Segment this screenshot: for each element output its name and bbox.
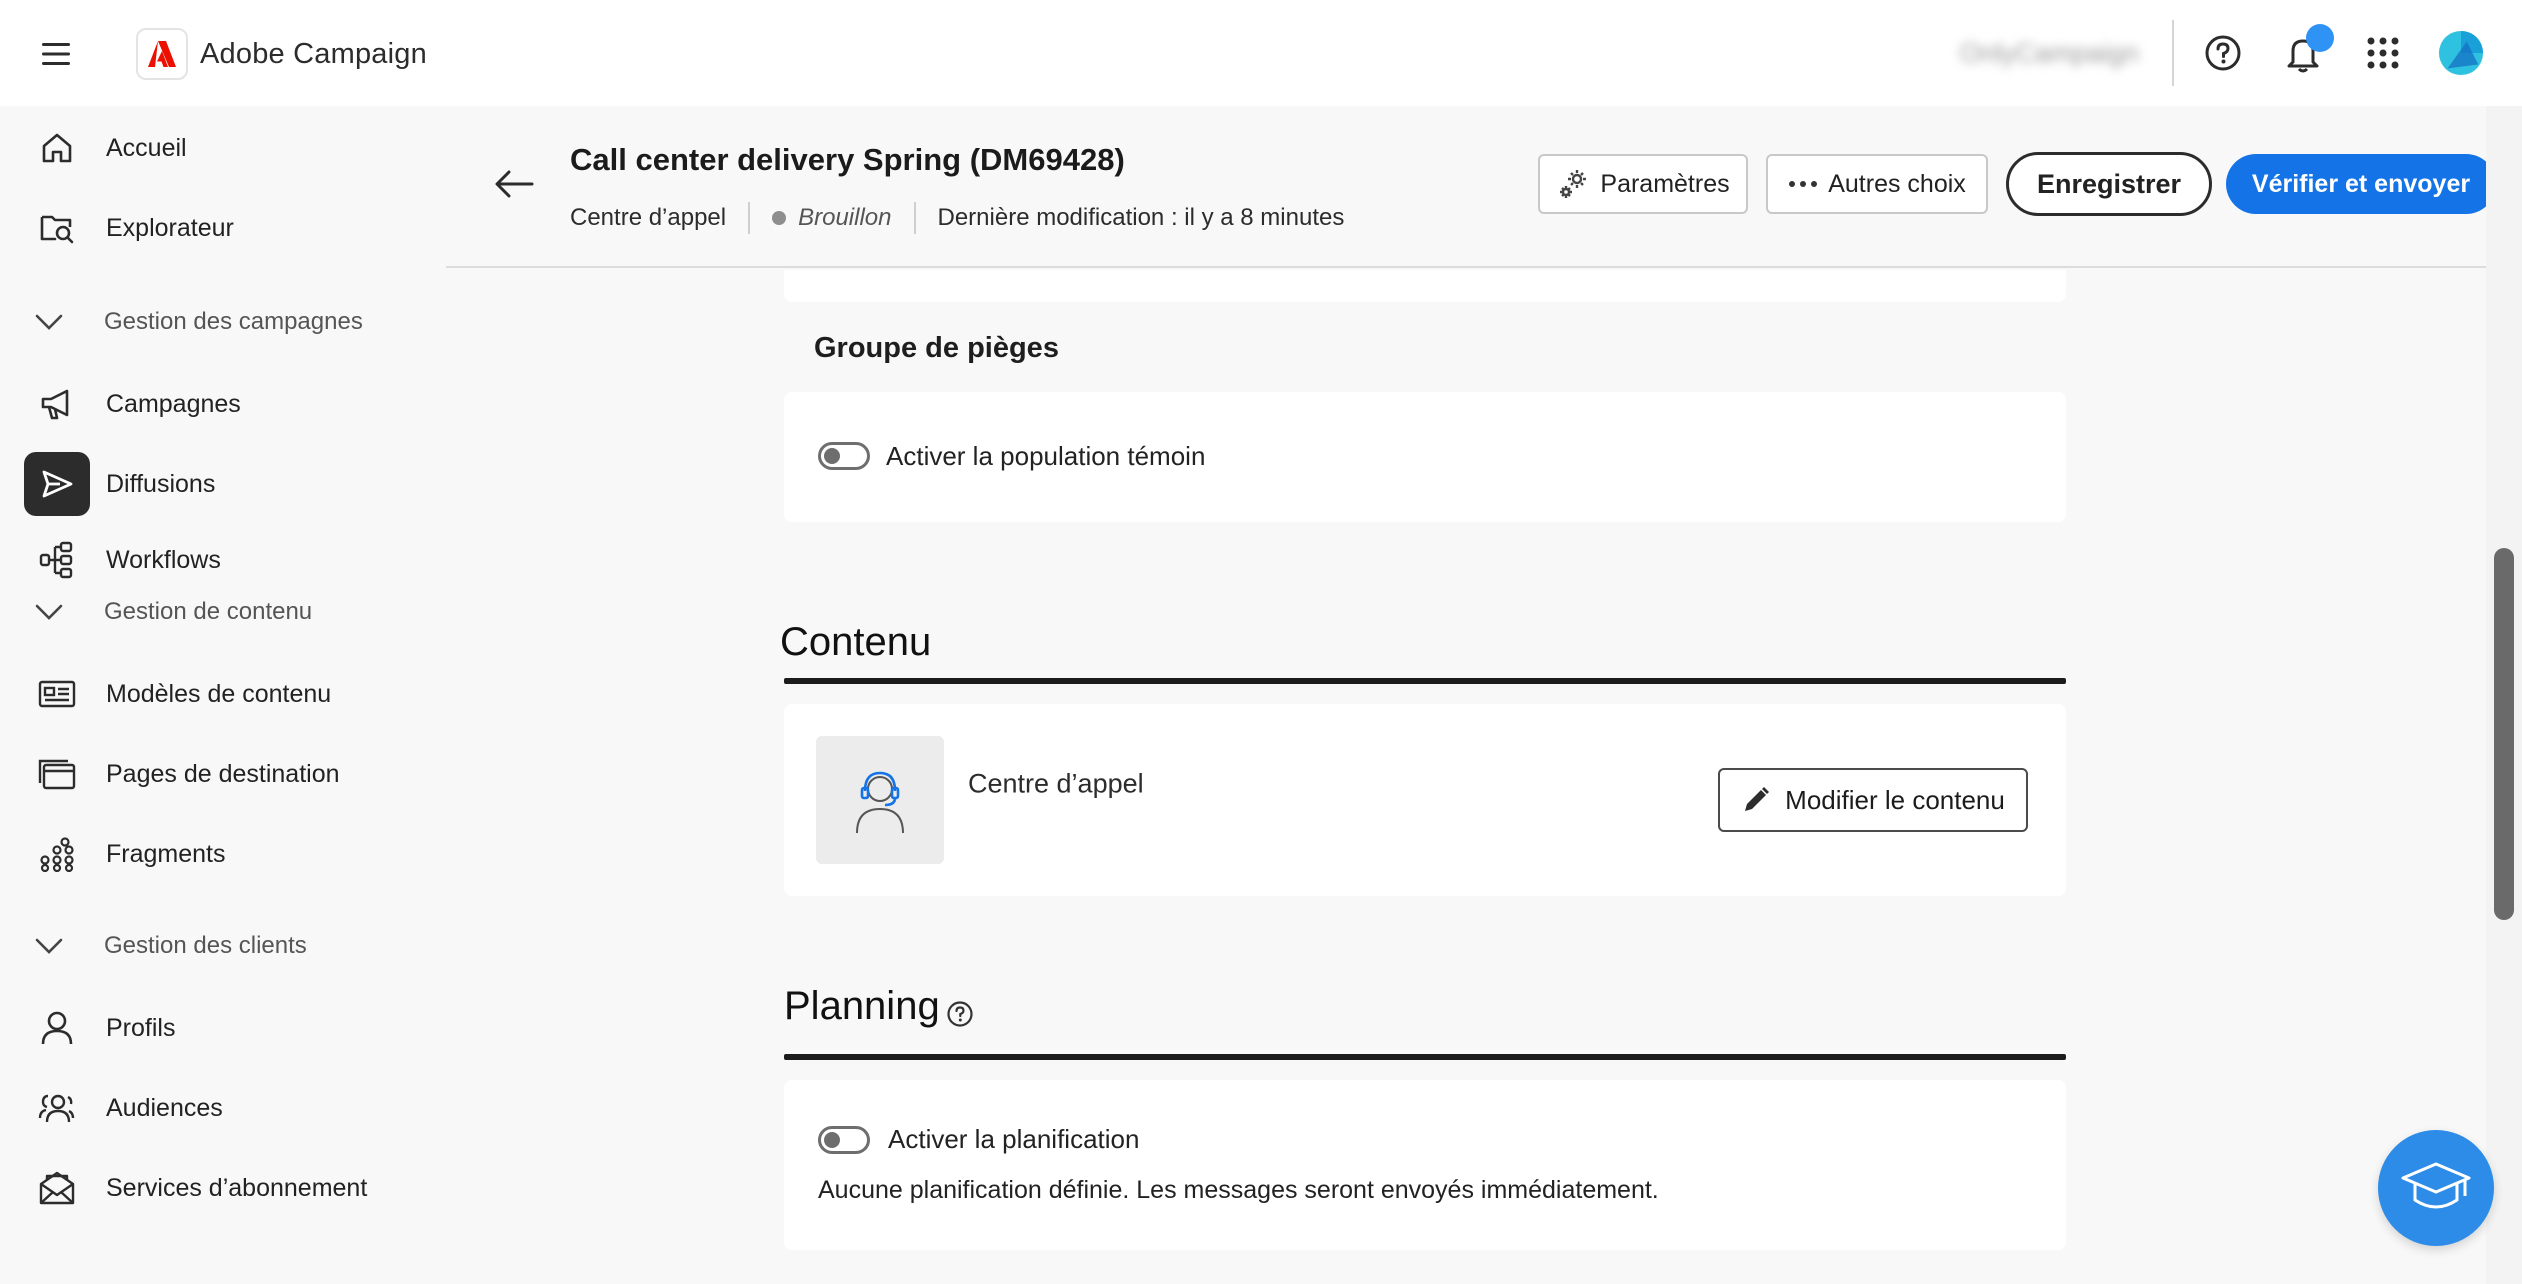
verify-and-send-button[interactable]: Vérifier et envoyer bbox=[2226, 154, 2496, 214]
scrollbar-thumb[interactable] bbox=[2494, 548, 2514, 920]
nav-group-campagnes[interactable]: Gestion des campagnes bbox=[34, 296, 363, 348]
nav-group-label: Gestion des clients bbox=[104, 932, 307, 959]
sidebar-item-label: Services d’abonnement bbox=[106, 1173, 368, 1202]
sidebar-item-campagnes[interactable]: Campagnes bbox=[24, 372, 434, 436]
sidebar-item-workflows[interactable]: Workflows bbox=[24, 528, 434, 592]
control-group-toggle[interactable] bbox=[818, 442, 870, 470]
control-group-toggle-label: Activer la population témoin bbox=[886, 441, 1206, 471]
scheduling-toggle-label: Activer la planification bbox=[888, 1124, 1140, 1154]
more-options-label: Autres choix bbox=[1828, 169, 1966, 198]
sidebar-item-label: Pages de destination bbox=[106, 759, 340, 788]
sidebar-item-fragments[interactable]: Fragments bbox=[24, 822, 434, 886]
graduation-cap-icon bbox=[2399, 1158, 2473, 1218]
sidebar-item-label: Audiences bbox=[106, 1093, 223, 1122]
delivery-header: Call center delivery Spring (DM69428) Ce… bbox=[446, 106, 2522, 268]
planning-section-title: Planning bbox=[784, 984, 940, 1028]
folder-search-icon bbox=[24, 196, 90, 260]
chevron-down-icon bbox=[34, 603, 64, 621]
save-button[interactable]: Enregistrer bbox=[2006, 152, 2212, 216]
apps-grid-icon[interactable] bbox=[2360, 30, 2406, 76]
divider bbox=[784, 678, 2066, 684]
call-center-agent-icon bbox=[816, 736, 944, 864]
scheduling-toggle[interactable] bbox=[818, 1126, 870, 1154]
divider bbox=[784, 1054, 2066, 1060]
divider bbox=[748, 202, 751, 234]
nav-group-contenu[interactable]: Gestion de contenu bbox=[34, 586, 312, 638]
divider bbox=[2172, 20, 2174, 86]
content-section-title: Contenu bbox=[780, 620, 932, 664]
delivery-meta: Centre d’appel Brouillon Dernière modifi… bbox=[570, 202, 1344, 234]
sidebar-item-label: Explorateur bbox=[106, 213, 234, 242]
brand[interactable]: Adobe Campaign bbox=[136, 28, 427, 80]
sidebar-item-label: Campagnes bbox=[106, 389, 241, 418]
audiences-icon bbox=[24, 1076, 90, 1140]
sidebar-item-diffusions[interactable]: Diffusions bbox=[24, 452, 434, 516]
channel-label: Centre d’appel bbox=[570, 204, 727, 231]
org-switcher[interactable]: OnlyCampaign bbox=[1960, 38, 2139, 69]
sidebar-item-label: Modèles de contenu bbox=[106, 679, 332, 708]
scheduling-description: Aucune planification définie. Les messag… bbox=[818, 1176, 1659, 1204]
user-icon bbox=[24, 996, 90, 1060]
planning-card: Activer la planification Aucune planific… bbox=[784, 1080, 2066, 1250]
edit-content-label: Modifier le contenu bbox=[1785, 784, 2005, 815]
sidebar-item-modeles-de-contenu[interactable]: Modèles de contenu bbox=[24, 662, 434, 726]
status-badge: Brouillon bbox=[798, 204, 892, 231]
adobe-logo-icon bbox=[136, 28, 188, 80]
traps-group-title: Groupe de pièges bbox=[814, 332, 1059, 364]
traps-group-card: Activer la population témoin bbox=[784, 392, 2066, 522]
nav-group-label: Gestion des campagnes bbox=[104, 308, 363, 335]
sidebar-item-label: Diffusions bbox=[106, 469, 216, 498]
back-arrow-icon[interactable] bbox=[484, 154, 544, 214]
sidebar-item-explorateur[interactable]: Explorateur bbox=[24, 196, 434, 260]
help-icon[interactable] bbox=[2200, 30, 2246, 76]
last-modified: Dernière modification : il y a 8 minutes bbox=[937, 204, 1345, 231]
pencil-icon bbox=[1741, 785, 1771, 815]
main-content: Groupe de pièges Activer la population t… bbox=[446, 270, 2486, 1284]
nav-group-label: Gestion de contenu bbox=[104, 598, 313, 625]
edit-content-button[interactable]: Modifier le contenu bbox=[1718, 768, 2028, 832]
chevron-down-icon bbox=[34, 313, 64, 331]
sidebar-item-profils[interactable]: Profils bbox=[24, 996, 434, 1060]
previous-section-card bbox=[784, 270, 2066, 302]
workflow-icon bbox=[24, 528, 90, 592]
parameters-label: Paramètres bbox=[1600, 169, 1730, 198]
help-icon[interactable] bbox=[946, 1000, 974, 1028]
megaphone-icon bbox=[24, 372, 90, 436]
more-horizontal-icon bbox=[1788, 180, 1818, 188]
content-card: Centre d’appel Modifier le contenu bbox=[784, 704, 2066, 896]
sidebar-item-label: Accueil bbox=[106, 133, 187, 162]
divider bbox=[913, 202, 916, 234]
gear-icon bbox=[1556, 167, 1590, 201]
notification-badge bbox=[2306, 24, 2334, 52]
top-bar: Adobe Campaign OnlyCampaign bbox=[0, 0, 2522, 106]
app-name: Adobe Campaign bbox=[200, 37, 427, 70]
sidebar: Accueil Explorateur Gestion des campagne… bbox=[0, 106, 446, 1284]
parameters-button[interactable]: Paramètres bbox=[1538, 154, 1748, 214]
sidebar-item-pages-de-destination[interactable]: Pages de destination bbox=[24, 742, 434, 806]
sidebar-item-label: Workflows bbox=[106, 545, 221, 574]
learning-hub-button[interactable] bbox=[2378, 1130, 2494, 1246]
sidebar-item-services-abonnement[interactable]: Services d’abonnement bbox=[24, 1156, 434, 1220]
user-avatar[interactable] bbox=[2438, 30, 2484, 76]
send-icon bbox=[24, 452, 90, 516]
hamburger-menu-icon[interactable] bbox=[36, 34, 76, 74]
landing-page-icon bbox=[24, 742, 90, 806]
sidebar-item-audiences[interactable]: Audiences bbox=[24, 1076, 434, 1140]
sidebar-item-accueil[interactable]: Accueil bbox=[24, 116, 434, 180]
vertical-scrollbar[interactable] bbox=[2486, 106, 2522, 1284]
home-icon bbox=[24, 116, 90, 180]
subscription-icon bbox=[24, 1156, 90, 1220]
more-options-button[interactable]: Autres choix bbox=[1766, 154, 1988, 214]
content-item-name: Centre d’appel bbox=[968, 768, 1144, 799]
sidebar-item-label: Fragments bbox=[106, 839, 226, 868]
page-title: Call center delivery Spring (DM69428) bbox=[570, 142, 1125, 177]
status-dot-icon bbox=[772, 211, 787, 225]
fragments-icon bbox=[24, 822, 90, 886]
content-template-icon bbox=[24, 662, 90, 726]
nav-group-clients[interactable]: Gestion des clients bbox=[34, 920, 307, 972]
chevron-down-icon bbox=[34, 937, 64, 955]
sidebar-item-label: Profils bbox=[106, 1013, 176, 1042]
